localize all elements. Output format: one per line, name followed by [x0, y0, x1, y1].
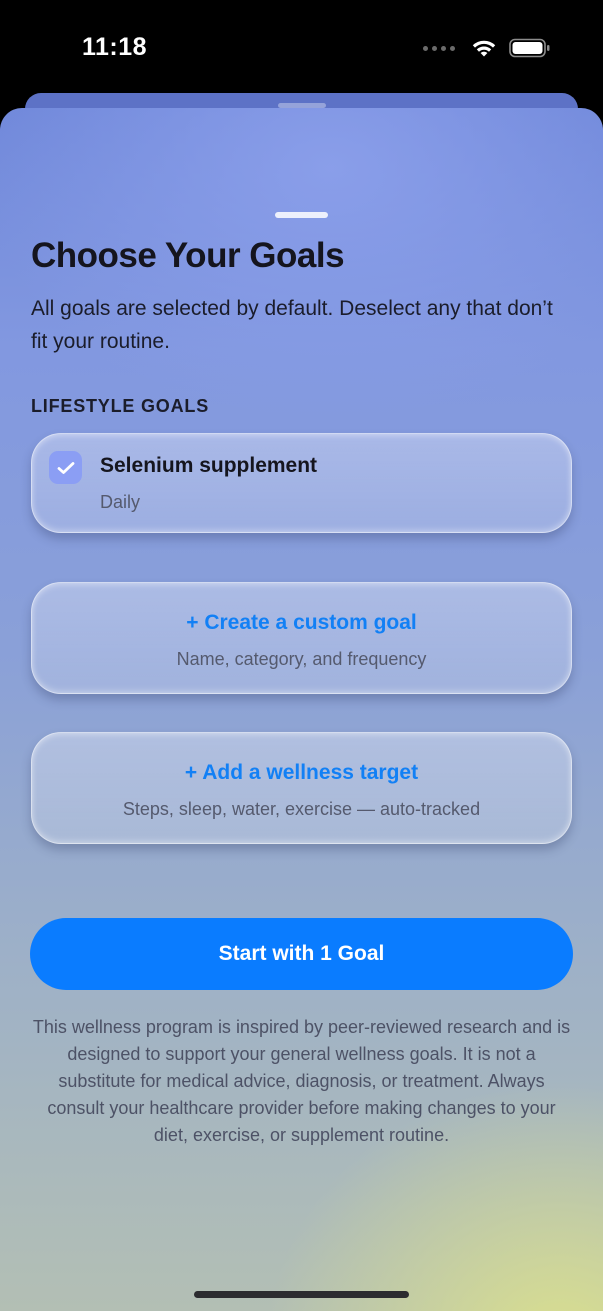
add-wellness-target-button[interactable]: + Add a wellness target Steps, sleep, wa…	[31, 732, 572, 844]
status-bar: 11:18	[0, 0, 603, 92]
add-wellness-target-label: + Add a wellness target	[184, 761, 419, 784]
signal-dots-icon	[423, 45, 455, 51]
add-wellness-target-subtitle: Steps, sleep, water, exercise — auto-tra…	[122, 799, 481, 819]
start-button[interactable]: Start with 1 Goal	[30, 918, 573, 990]
goals-sheet: Choose Your Goals All goals are selected…	[0, 108, 603, 1311]
page-subtitle: All goals are selected by default. Desel…	[31, 297, 553, 353]
create-custom-goal-subtitle: Name, category, and frequency	[176, 649, 427, 669]
page-title: Choose Your Goals	[31, 236, 345, 275]
create-custom-goal-button[interactable]: + Create a custom goal Name, category, a…	[31, 582, 572, 694]
goal-checkbox[interactable]	[49, 451, 82, 484]
status-icons	[423, 38, 551, 58]
section-label-lifestyle-goals: LIFESTYLE GOALS	[31, 396, 210, 416]
disclaimer-text: This wellness program is inspired by pee…	[32, 1017, 571, 1145]
goal-name: Selenium supplement	[100, 454, 318, 477]
checkmark-icon	[57, 461, 74, 474]
goal-frequency: Daily	[100, 492, 141, 512]
create-custom-goal-label: + Create a custom goal	[186, 611, 417, 634]
home-indicator[interactable]	[194, 1291, 409, 1298]
wifi-icon	[472, 40, 496, 57]
sheet-grabber[interactable]	[275, 212, 328, 218]
battery-icon	[509, 38, 550, 58]
status-time: 11:18	[82, 33, 148, 61]
goal-card-selenium[interactable]: Selenium supplement Daily	[31, 433, 572, 533]
